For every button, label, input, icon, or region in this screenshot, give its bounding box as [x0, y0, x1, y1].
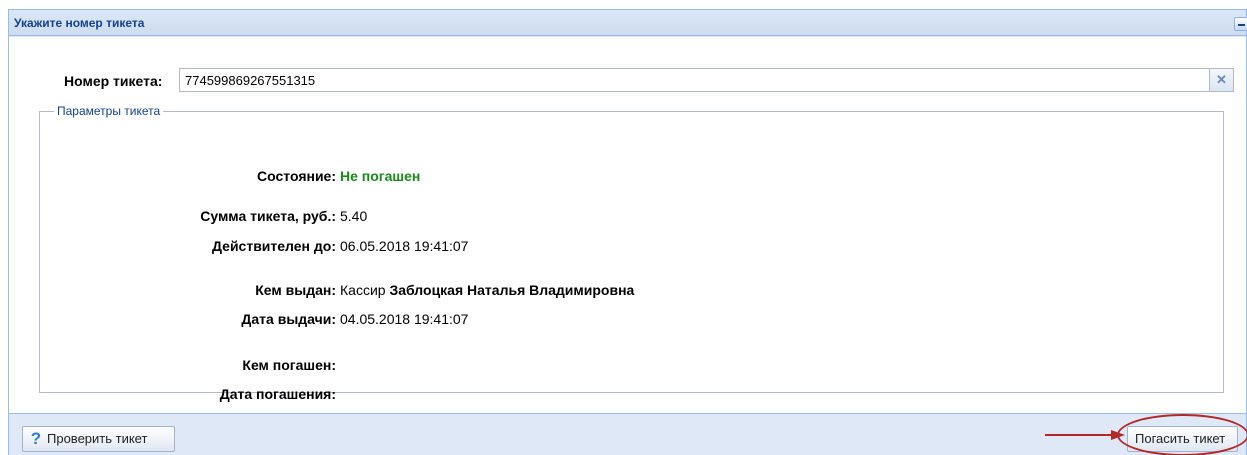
check-ticket-label: Проверить тикет: [47, 431, 148, 446]
issued-by-role: Кассир: [340, 282, 386, 298]
issue-date-label: Дата выдачи:: [241, 311, 336, 327]
issued-by-label: Кем выдан:: [255, 282, 336, 298]
fieldset-legend: Параметры тикета: [54, 104, 164, 118]
issued-by-name: Заблоцкая Наталья Владимировна: [389, 282, 635, 298]
panel-body: Номер тикета: ✕ Параметры тикета Состоян…: [9, 37, 1246, 413]
issued-by-value: Кассир Заблоцкая Наталья Владимировна: [340, 282, 634, 298]
amount-value: 5.40: [340, 208, 368, 224]
annotation-arrow-icon: [1045, 430, 1125, 440]
status-label: Состояние:: [257, 168, 336, 184]
redeem-date-row: Дата погашения:: [40, 386, 1225, 404]
annotation-highlight: [1117, 414, 1247, 455]
issued-by-row: Кем выдан: Кассир Заблоцкая Наталья Влад…: [40, 282, 1225, 300]
redeemed-by-label: Кем погашен:: [242, 357, 336, 373]
amount-label: Сумма тикета, руб.:: [200, 208, 336, 224]
ticket-number-label: Номер тикета:: [64, 73, 163, 89]
status-value: Не погашен: [340, 168, 421, 184]
collapse-icon[interactable]: [1234, 17, 1247, 31]
panel-title: Укажите номер тикета: [14, 16, 145, 30]
valid-until-value: 06.05.2018 19:41:07: [340, 238, 469, 254]
issue-date-row: Дата выдачи: 04.05.2018 19:41:07: [40, 311, 1225, 329]
redeemed-by-row: Кем погашен:: [40, 357, 1225, 375]
valid-until-row: Действителен до: 06.05.2018 19:41:07: [40, 238, 1225, 256]
panel-header: Укажите номер тикета: [9, 10, 1247, 36]
close-icon[interactable]: ✕: [1210, 68, 1234, 92]
ticket-panel: Укажите номер тикета Номер тикета: ✕ Пар…: [8, 9, 1247, 455]
amount-row: Сумма тикета, руб.: 5.40: [40, 208, 1225, 226]
ticket-number-input[interactable]: [179, 68, 1210, 92]
issue-date-value: 04.05.2018 19:41:07: [340, 311, 469, 327]
valid-until-label: Действителен до:: [212, 238, 336, 254]
redeem-date-label: Дата погашения:: [219, 386, 336, 402]
status-row: Состояние: Не погашен: [40, 168, 1225, 186]
ticket-params-fieldset: Параметры тикета Состояние: Не погашен С…: [39, 104, 1225, 402]
help-icon: ?: [30, 429, 42, 448]
check-ticket-button[interactable]: ? Проверить тикет: [22, 426, 175, 452]
